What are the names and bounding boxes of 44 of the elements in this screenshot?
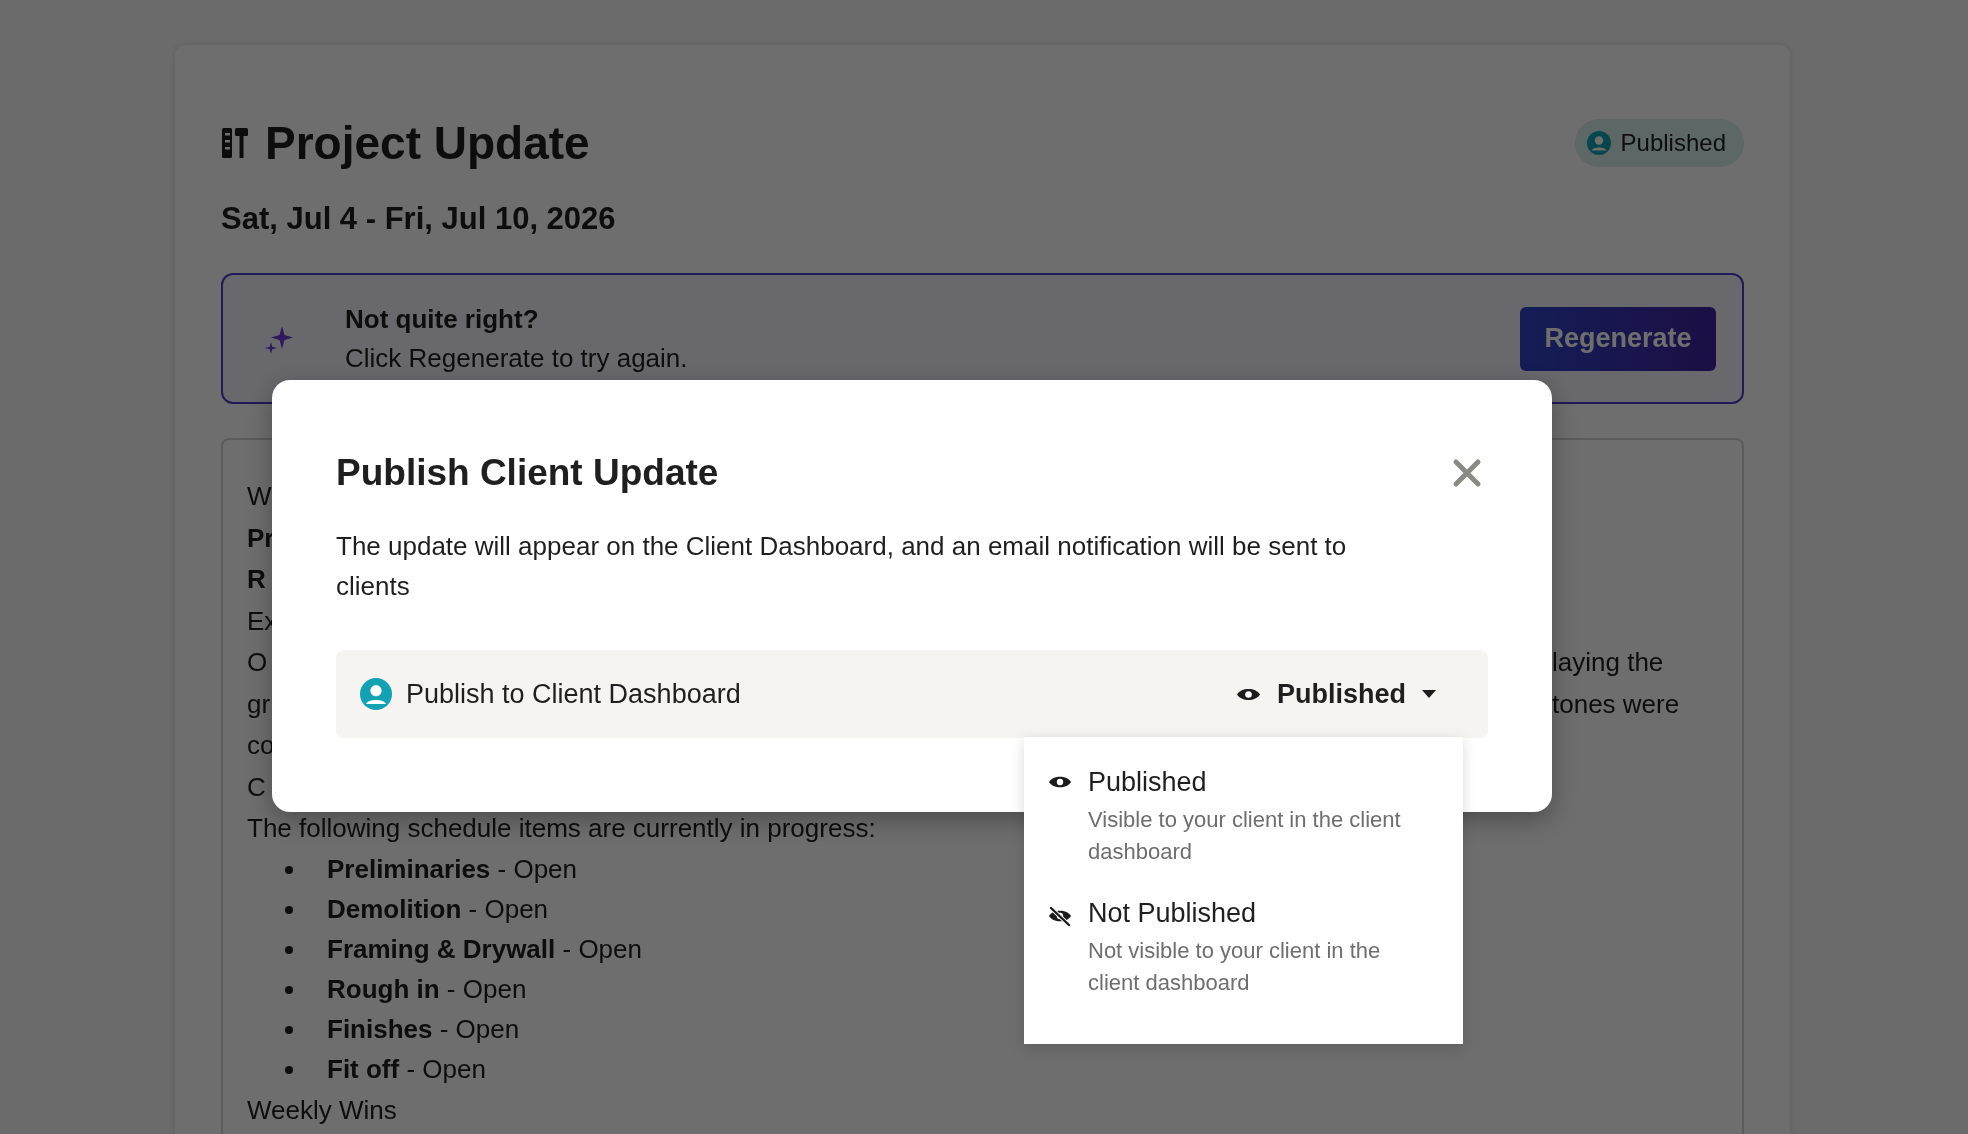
content-text: Weekly Wins: [247, 1094, 397, 1126]
content-text: tones were: [1552, 688, 1681, 720]
content-text: The following schedule items are currently in progress:: [247, 813, 876, 845]
eye-slash-icon: [1048, 905, 1072, 927]
bullet-icon: [285, 985, 293, 994]
schedule-item: Finishes - Open: [327, 1014, 520, 1045]
content-text: W: [247, 481, 272, 513]
dialog-title: Publish Client Update: [336, 452, 719, 494]
eye-icon: [1048, 774, 1072, 790]
dialog-description: The update will appear on the Client Dashboard, and an email notification will be sent to clients: [336, 530, 1348, 603]
content-text: R: [247, 564, 266, 596]
schedule-item: Rough in - Open: [327, 974, 527, 1005]
page-title: Project Update: [265, 116, 590, 170]
option-label: Not Published: [1088, 898, 1258, 929]
schedule-item: Fit off - Open: [327, 1054, 486, 1085]
dropdown-option[interactable]: Not Published Not visible to your client in the client dashboard: [1048, 898, 1447, 999]
content-text: Pr: [247, 522, 275, 554]
tools-icon: [221, 126, 249, 160]
bullet-icon: [285, 865, 293, 874]
content-text: laying the: [1552, 647, 1665, 679]
person-icon: [360, 678, 392, 710]
option-description: Not visible to your client in the client dashboard: [1088, 937, 1382, 997]
person-icon: [1586, 131, 1611, 155]
content-text: C: [247, 771, 266, 803]
bullet-icon: [285, 905, 293, 914]
dropdown-option[interactable]: Published Visible to your client in the client dashboard: [1048, 767, 1447, 868]
bullet-icon: [285, 1065, 293, 1074]
status-badge: Published: [1574, 119, 1744, 167]
date-range: Sat, Jul 4 - Fri, Jul 10, 2026: [221, 201, 617, 237]
option-description: Visible to your client in the client dashboard: [1088, 806, 1402, 866]
schedule-item: Demolition - Open: [327, 894, 549, 925]
option-label: Published: [1088, 767, 1208, 798]
caret-icon: [1422, 690, 1436, 698]
schedule-item: Preliminaries - Open: [327, 854, 578, 885]
banner-heading: Not quite right?: [345, 303, 540, 335]
schedule-item: Framing & Drywall - Open: [327, 934, 642, 965]
bullet-icon: [285, 945, 293, 954]
bullet-icon: [285, 1025, 293, 1034]
banner-message: Click Regenerate to try again.: [345, 342, 688, 374]
close-icon[interactable]: [1452, 458, 1482, 488]
content-text: O: [247, 647, 268, 679]
visibility-select[interactable]: Published: [1236, 678, 1436, 710]
setting-label: Publish to Client Dashboard: [406, 678, 741, 710]
content-text: gr: [247, 688, 271, 720]
